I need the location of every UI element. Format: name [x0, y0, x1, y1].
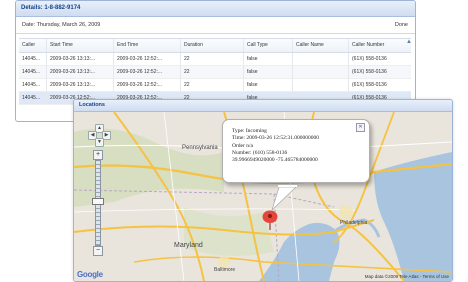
table-row[interactable]: 14045... 2009-03-26 13:13:... 2009-03-26… [19, 53, 411, 66]
cell-caller: 14045... [19, 79, 47, 91]
table-row[interactable]: 14045... 2009-03-26 13:13:... 2009-03-26… [19, 66, 411, 79]
grid-header: Caller Start Time End Time Duration Call… [19, 38, 411, 53]
popup-type: Type: Incoming [232, 128, 267, 134]
locations-title: Locations [74, 100, 452, 112]
calls-grid: Caller Start Time End Time Duration Call… [19, 38, 411, 105]
cell-start-time: 2009-03-26 13:13:... [47, 53, 114, 65]
column-header-caller-number[interactable]: Caller Number [349, 39, 410, 52]
cell-call-type: false [244, 79, 293, 91]
map-view[interactable]: Pennsylvania Maryland Philadelphia Balti… [74, 112, 452, 281]
cell-duration: 22 [181, 66, 244, 78]
map-label-baltimore: Baltimore [214, 267, 236, 273]
date-label: Date: Thursday, March 26, 2009 [22, 22, 101, 28]
locations-window: Locations Pennsylvania Maryland Philadel… [73, 99, 453, 282]
cell-caller-number: (61X) 558-0136 [352, 82, 387, 88]
column-header-end-time[interactable]: End Time [114, 39, 181, 52]
zoom-in-button[interactable]: + [93, 150, 103, 160]
zoom-out-button[interactable]: − [93, 246, 103, 256]
column-header-duration[interactable]: Duration [181, 39, 244, 52]
map-label-maryland: Maryland [174, 242, 203, 249]
google-logo[interactable]: Google [77, 270, 103, 279]
zoom-slider-handle[interactable] [92, 198, 104, 205]
cell-caller: 14045... [19, 92, 47, 104]
map-attribution[interactable]: Map data ©2009 Tele Atlas - Terms of Use [365, 274, 449, 279]
cell-caller-name [293, 79, 349, 91]
close-icon[interactable]: ✕ [356, 123, 365, 132]
details-toolbar: Date: Thursday, March 26, 2009 Done [16, 17, 415, 34]
cell-duration: 22 [181, 79, 244, 91]
cell-caller-name [293, 66, 349, 78]
map-label-philadelphia: Philadelphia [340, 220, 368, 226]
zoom-control[interactable]: + − [92, 150, 104, 256]
details-title: Details: 1-8-882-9174 [16, 1, 415, 17]
column-header-call-type[interactable]: Call Type [244, 39, 293, 52]
popup-time: Time: 2009-03-26 12:52:31.000000000 [232, 135, 320, 142]
scroll-up-icon[interactable]: ▲ [406, 39, 412, 45]
cell-caller-number: (61X) 558-0136 [352, 56, 387, 62]
marker-info-popup: ✕ Type: Incoming Time: 2009-03-26 12:52:… [222, 119, 370, 183]
pan-control[interactable]: ▲ ◀ ▶ ▼ [88, 124, 111, 147]
popup-coordinates: 39.9966949020000 -75.465784000000 [232, 157, 318, 164]
cell-end-time: 2009-03-26 12:52:... [114, 53, 181, 65]
cell-caller: 14045... [19, 66, 47, 78]
cell-duration: 22 [181, 53, 244, 65]
popup-number: Number: (610) 558-0136 [232, 149, 288, 156]
done-button[interactable]: Done [395, 22, 408, 28]
cell-caller-number: (61X) 558-0136 [352, 69, 387, 75]
popup-order: Order n/a [232, 142, 253, 149]
cell-start-time: 2009-03-26 13:13:... [47, 79, 114, 91]
cell-end-time: 2009-03-26 12:52:... [114, 66, 181, 78]
cell-call-type: false [244, 66, 293, 78]
cell-call-type: false [244, 53, 293, 65]
column-header-caller[interactable]: Caller [19, 39, 47, 52]
column-header-start-time[interactable]: Start Time [47, 39, 114, 52]
column-header-caller-name[interactable]: Caller Name [293, 39, 349, 52]
table-row[interactable]: 14045... 2009-03-26 13:13:... 2009-03-26… [19, 79, 411, 92]
map-label-pennsylvania: Pennsylvania [182, 145, 218, 151]
cell-caller: 14045... [19, 53, 47, 65]
cell-end-time: 2009-03-26 12:52:... [114, 79, 181, 91]
pan-down-icon[interactable]: ▼ [95, 138, 104, 147]
popup-lines: Type: Incoming Time: 2009-03-26 12:52:31… [232, 128, 319, 164]
cell-caller-name [293, 53, 349, 65]
cell-start-time: 2009-03-26 13:13:... [47, 66, 114, 78]
